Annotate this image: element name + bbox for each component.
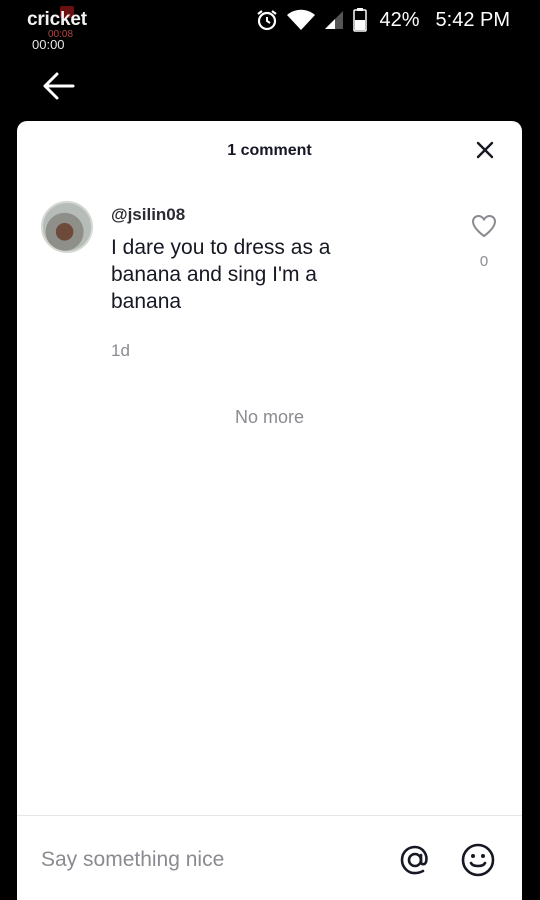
clock: 5:42 PM bbox=[435, 8, 510, 31]
alarm-icon bbox=[255, 8, 279, 32]
carrier-name: cricket bbox=[27, 9, 87, 30]
comments-sheet: 1 comment @jsilin08 I dare you to dress … bbox=[17, 121, 522, 900]
battery-percent: 42% bbox=[379, 8, 420, 31]
signal-icon bbox=[323, 9, 345, 31]
comment-username[interactable]: @jsilin08 bbox=[111, 205, 185, 225]
wifi-icon bbox=[287, 9, 316, 31]
close-button[interactable] bbox=[472, 139, 498, 165]
sheet-title: 1 comment bbox=[227, 142, 312, 159]
status-icons: 42% 5:42 PM bbox=[255, 6, 510, 34]
arrow-left-icon bbox=[41, 71, 75, 106]
recording-time: 00:00 bbox=[32, 37, 65, 52]
like-count: 0 bbox=[479, 253, 489, 270]
battery-icon bbox=[353, 8, 368, 32]
comment-time: 1d bbox=[111, 341, 130, 360]
mention-button[interactable] bbox=[397, 842, 433, 878]
no-more-label: No more bbox=[234, 407, 305, 427]
status-bar: cricket 00:08 00:00 42% 5:42 PM bbox=[0, 0, 540, 51]
heart-outline-icon bbox=[471, 214, 497, 243]
comment-text[interactable]: I dare you to dress as a banana and sing… bbox=[111, 234, 391, 315]
comment-input[interactable] bbox=[41, 844, 381, 876]
at-sign-icon bbox=[397, 845, 433, 882]
avatar[interactable] bbox=[41, 201, 93, 253]
emoji-button[interactable] bbox=[460, 842, 496, 878]
close-icon bbox=[476, 141, 494, 164]
back-button[interactable] bbox=[38, 68, 78, 108]
emoji-smile-icon bbox=[460, 843, 496, 882]
like-button[interactable] bbox=[471, 214, 497, 243]
comment-composer bbox=[17, 815, 522, 900]
